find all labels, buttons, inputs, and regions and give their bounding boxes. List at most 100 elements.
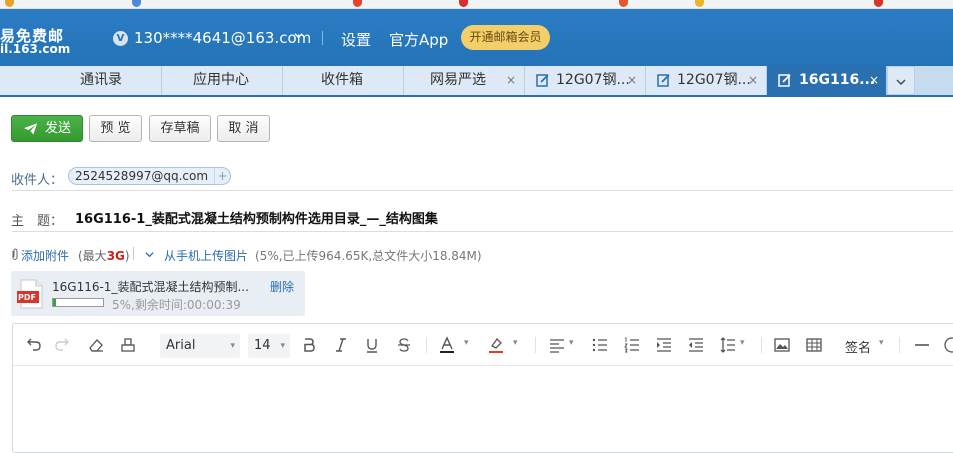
save-draft-button[interactable]: 存草稿 xyxy=(149,115,211,142)
add-attachment-link[interactable]: 添加附件 xyxy=(21,247,69,264)
close-icon[interactable]: × xyxy=(506,66,516,94)
tab-overflow-button[interactable] xyxy=(887,66,915,95)
signature-menu[interactable]: 签名 xyxy=(845,337,871,356)
close-icon[interactable]: × xyxy=(869,66,879,94)
font-size-select[interactable]: 14 ▾ xyxy=(248,334,290,358)
tab-contacts[interactable]: 通讯录 xyxy=(0,66,162,95)
logo-domain: il.163.com xyxy=(0,42,71,56)
indent-icon[interactable] xyxy=(655,336,673,354)
redo-icon[interactable] xyxy=(54,336,72,354)
tab-compose-12g07-b[interactable]: 12G07钢... × xyxy=(646,66,767,95)
bold-icon[interactable] xyxy=(300,336,318,354)
toolbar-divider xyxy=(761,337,762,353)
strikethrough-icon[interactable] xyxy=(395,336,413,354)
upload-from-phone-link[interactable]: 从手机上传图片 xyxy=(164,247,248,264)
vip-level-icon: V xyxy=(113,31,128,46)
numbered-list-icon[interactable] xyxy=(623,336,641,354)
toolbar-divider xyxy=(535,337,536,353)
paper-plane-icon xyxy=(23,123,38,135)
emoji-icon[interactable] xyxy=(943,336,953,354)
tab-label: 收件箱 xyxy=(321,72,363,88)
size-limit-prefix: (最大 xyxy=(78,249,107,263)
attachment-item: PDF 16G116-1_装配式混凝土结构预制... 5%,剩余时间:00:00… xyxy=(11,271,305,316)
size-limit-value: 3G xyxy=(106,249,125,263)
attachment-size-limit: (最大3G) xyxy=(78,247,130,264)
subject-input[interactable]: 16G116-1_装配式混凝土结构预制构件选用目录_—_结构图集 xyxy=(75,208,438,227)
outdent-icon[interactable] xyxy=(687,336,705,354)
chevron-down-icon[interactable]: ▾ xyxy=(464,338,469,348)
upload-progress-bar xyxy=(52,298,104,307)
bookmark-icon[interactable] xyxy=(459,0,468,7)
bookmark-icon[interactable] xyxy=(132,0,141,7)
tab-compose-16g116[interactable]: 16G116... × xyxy=(767,66,887,95)
tab-inbox[interactable]: 收件箱 xyxy=(283,66,404,95)
image-icon[interactable] xyxy=(773,336,791,354)
chevron-down-icon[interactable]: ▾ xyxy=(513,338,518,348)
edit-icon xyxy=(536,74,549,87)
font-family-select[interactable]: Arial ▾ xyxy=(160,334,240,358)
send-button[interactable]: 发送 xyxy=(11,115,83,142)
recipient-address: 2524528997@qq.com xyxy=(75,169,209,183)
header-divider xyxy=(322,31,323,45)
settings-link[interactable]: 设置 xyxy=(341,29,371,50)
upload-summary: (5%,已上传964.65K,总文件大小18.84M) xyxy=(255,249,482,263)
tab-compose-12g07-a[interactable]: 12G07钢... × xyxy=(525,66,646,95)
message-body-input[interactable] xyxy=(13,367,953,452)
bookmark-icon[interactable] xyxy=(5,0,14,7)
font-color-icon[interactable] xyxy=(438,336,456,354)
message-editor[interactable]: Arial ▾ 14 ▾ ▾ ▾ ▾ ▾ 签名 ▾ xyxy=(12,323,953,453)
bookmark-icon[interactable] xyxy=(874,0,883,7)
recipient-label[interactable]: 收件人： xyxy=(11,169,63,188)
close-icon[interactable]: × xyxy=(627,66,637,94)
chevron-down-icon[interactable] xyxy=(294,31,303,40)
highlight-color-icon[interactable] xyxy=(487,336,505,354)
tab-label: 应用中心 xyxy=(193,72,249,88)
cancel-button[interactable]: 取 消 xyxy=(217,115,270,142)
bookmark-icon[interactable] xyxy=(353,0,362,7)
recipient-chip[interactable]: 2524528997@qq.com + xyxy=(68,167,232,185)
chevron-down-icon: ▾ xyxy=(280,341,285,351)
chevron-down-icon[interactable] xyxy=(145,250,154,259)
chevron-down-icon[interactable]: ▾ xyxy=(569,338,574,348)
italic-icon[interactable] xyxy=(332,336,350,354)
tab-label: 通讯录 xyxy=(80,72,122,88)
bookmark-icon[interactable] xyxy=(619,0,628,7)
upload-status: 5%,剩余时间:00:00:39 xyxy=(112,298,241,312)
account-email[interactable]: 130****4641@163.com xyxy=(134,29,311,47)
mail-header: 易免费邮 il.163.com V 130****4641@163.com 设置… xyxy=(0,9,953,66)
preview-button[interactable]: 预 览 xyxy=(89,115,142,142)
edit-icon xyxy=(657,74,670,87)
bookmarks-bar xyxy=(0,0,953,9)
close-icon[interactable]: × xyxy=(748,66,758,94)
format-painter-icon[interactable] xyxy=(119,336,137,354)
edit-icon xyxy=(778,74,791,87)
line-height-icon[interactable] xyxy=(719,336,737,354)
align-icon[interactable] xyxy=(548,336,566,354)
tab-yanxuan[interactable]: 网易严选 × xyxy=(404,66,525,95)
table-icon[interactable] xyxy=(805,336,823,354)
divider xyxy=(12,190,953,191)
vip-signup-button[interactable]: 开通邮箱会员 xyxy=(461,25,550,50)
pdf-file-label: PDF xyxy=(18,293,36,302)
tab-label: 12G07钢... xyxy=(556,72,630,88)
chevron-down-icon[interactable]: ▾ xyxy=(879,338,884,348)
editor-toolbar: Arial ▾ 14 ▾ ▾ ▾ ▾ ▾ 签名 ▾ xyxy=(13,324,953,366)
paperclip-icon xyxy=(12,248,18,260)
toolbar-divider xyxy=(426,337,427,353)
bookmark-icon[interactable] xyxy=(695,0,704,7)
eraser-icon[interactable] xyxy=(87,336,105,354)
delete-attachment-link[interactable]: 删除 xyxy=(270,278,294,295)
undo-icon[interactable] xyxy=(24,336,42,354)
underline-icon[interactable] xyxy=(363,336,381,354)
tab-app-center[interactable]: 应用中心 xyxy=(162,66,283,95)
divider xyxy=(12,231,953,232)
bullet-list-icon[interactable] xyxy=(591,336,609,354)
chevron-down-icon[interactable]: ▾ xyxy=(740,338,745,348)
send-label: 发送 xyxy=(45,121,72,136)
upload-progress-fill xyxy=(53,299,56,306)
chevron-down-icon xyxy=(896,79,906,85)
tab-label: 网易严选 xyxy=(430,72,486,88)
add-recipient-icon[interactable]: + xyxy=(214,168,230,184)
official-app-link[interactable]: 官方App xyxy=(389,29,448,50)
horizontal-rule-icon[interactable] xyxy=(913,336,931,354)
